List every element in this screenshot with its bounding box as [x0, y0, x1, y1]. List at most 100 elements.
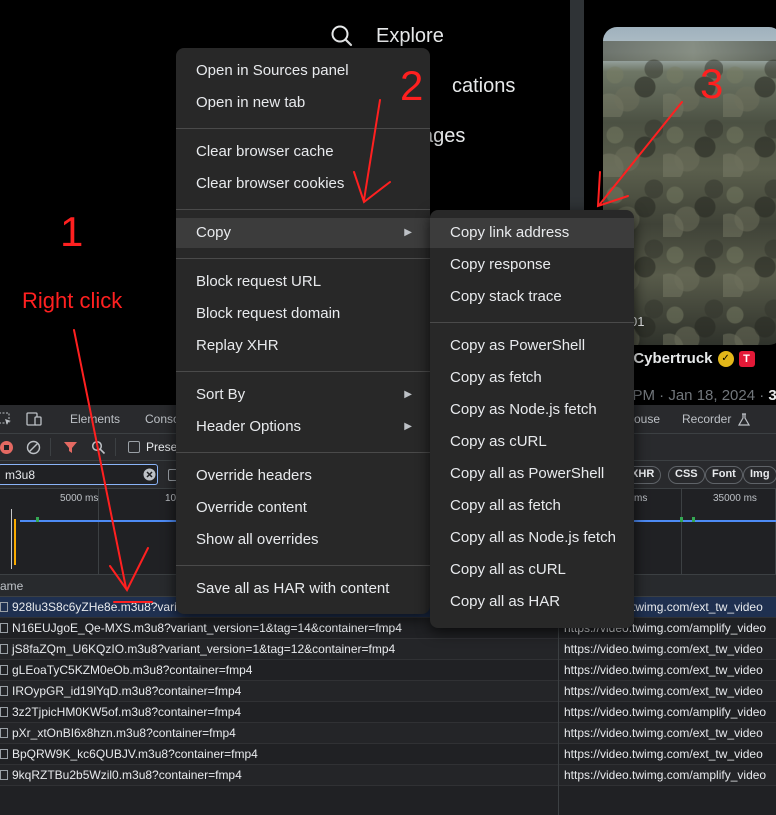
file-icon: [0, 749, 8, 759]
file-icon: [0, 623, 8, 633]
request-url: https://video.twimg.com/amplify_video: [564, 705, 767, 719]
table-row[interactable]: jS8faZQm_U6KQzIO.m3u8?variant_version=1&…: [0, 639, 776, 660]
menu-copy-all-as-fetch[interactable]: Copy all as fetch: [430, 491, 634, 521]
table-row[interactable]: IROypGR_id19lYqD.m3u8?container=fmp4 htt…: [0, 681, 776, 702]
menu-copy-as-powershell[interactable]: Copy as PowerShell: [430, 331, 634, 361]
nav-notifications-label: cations: [452, 75, 516, 97]
menu-copy-response[interactable]: Copy response: [430, 250, 634, 280]
menu-save-all-as-har[interactable]: Save all as HAR with content: [176, 574, 430, 604]
menu-replay-xhr[interactable]: Replay XHR: [176, 331, 430, 361]
menu-copy-link-address[interactable]: Copy link address: [430, 218, 634, 248]
menu-separator: [176, 565, 430, 566]
menu-separator: [176, 209, 430, 210]
table-row[interactable]: gLEoaTyC5KZM0eOb.m3u8?container=fmp4 htt…: [0, 660, 776, 681]
request-url: https://video.twimg.com/ext_tw_video: [564, 642, 763, 656]
menu-clear-browser-cookies[interactable]: Clear browser cookies: [176, 169, 430, 199]
menu-separator: [430, 322, 634, 323]
table-row[interactable]: 9kqRZTBu2b5Wzil0.m3u8?container=fmp4 htt…: [0, 765, 776, 786]
menu-header-options[interactable]: Header Options ▶: [176, 412, 430, 442]
menu-copy-as-curl[interactable]: Copy as cURL: [430, 427, 634, 457]
file-icon: [0, 728, 8, 738]
tweet-time-text: 5 PM · Jan 18, 2024 ·: [620, 387, 769, 404]
annotation-right-click: Right click: [22, 288, 123, 313]
request-name: gLEoaTyC5KZM0eOb.m3u8?container=fmp4: [12, 663, 253, 677]
tab-lighthouse[interactable]: ouse: [634, 412, 660, 426]
menu-open-in-sources[interactable]: Open in Sources panel: [176, 56, 430, 86]
table-row[interactable]: 3z2TjpicHM0KW5of.m3u8?container=fmp4 htt…: [0, 702, 776, 723]
timeline-label-10000: 10: [165, 493, 177, 504]
menu-copy-label: Copy: [196, 224, 232, 241]
context-menu: Open in Sources panel Open in new tab Cl…: [176, 48, 430, 614]
file-icon: [0, 665, 8, 675]
request-url: https://video.twimg.com/ext_tw_video: [564, 726, 763, 740]
request-name: 3z2TjpicHM0KW5of.m3u8?container=fmp4: [12, 705, 242, 719]
tweet-timestamp: 5 PM · Jan 18, 2024 · 3: [620, 387, 776, 404]
record-stop-icon[interactable]: [0, 440, 14, 455]
chip-css[interactable]: CSS: [668, 466, 705, 484]
search-icon[interactable]: [91, 440, 106, 455]
menu-copy-as-fetch[interactable]: Copy as fetch: [430, 363, 634, 393]
chip-img[interactable]: Img: [743, 466, 776, 484]
menu-copy-stack-trace[interactable]: Copy stack trace: [430, 282, 634, 312]
menu-copy-as-nodejs-fetch[interactable]: Copy as Node.js fetch: [430, 395, 634, 425]
menu-override-content[interactable]: Override content: [176, 493, 430, 523]
menu-block-request-domain[interactable]: Block request domain: [176, 299, 430, 329]
request-name: jS8faZQm_U6KQzIO.m3u8?variant_version=1&…: [12, 642, 396, 656]
recorder-flask-icon: [738, 413, 750, 426]
menu-show-all-overrides[interactable]: Show all overrides: [176, 525, 430, 555]
request-name: BpQRW9K_kc6QUBJV.m3u8?container=fmp4: [12, 747, 258, 761]
file-icon: [0, 602, 8, 612]
preserve-log-checkbox[interactable]: [128, 441, 140, 453]
menu-header-options-label: Header Options: [196, 418, 302, 435]
verified-badge-icon: ✓: [717, 350, 734, 367]
tab-recorder[interactable]: Recorder: [682, 412, 731, 426]
request-url: https://video.twimg.com/amplify_video: [564, 768, 767, 782]
menu-open-in-new-tab[interactable]: Open in new tab: [176, 88, 430, 118]
submenu-arrow-icon: ▶: [404, 421, 412, 432]
table-row[interactable]: pXr_xtOnBI6x8hzn.m3u8?container=fmp4 htt…: [0, 723, 776, 744]
file-icon: [0, 686, 8, 696]
menu-separator: [176, 128, 430, 129]
menu-copy-all-as-har[interactable]: Copy all as HAR: [430, 587, 634, 617]
nav-explore-label: Explore: [376, 24, 444, 47]
copy-submenu: Copy link address Copy response Copy sta…: [430, 210, 634, 628]
menu-override-headers[interactable]: Override headers: [176, 461, 430, 491]
annotation-step-2: 2: [400, 62, 424, 109]
menu-separator: [176, 452, 430, 453]
timeline-label-ms: ms: [634, 493, 648, 504]
request-url: https://video.twimg.com/ext_tw_video: [564, 747, 763, 761]
filter-input[interactable]: [0, 464, 158, 485]
filter-funnel-icon[interactable]: [63, 440, 78, 455]
request-name: pXr_xtOnBI6x8hzn.m3u8?container=fmp4: [12, 726, 236, 740]
annotation-step-1: 1: [60, 208, 84, 255]
request-name: N16EUJgoE_Qe-MXS.m3u8?variant_version=1&…: [12, 621, 402, 635]
clear-log-icon[interactable]: [26, 440, 41, 455]
annotation-step-3: 3: [700, 60, 724, 107]
request-url: https://video.twimg.com/ext_tw_video: [564, 663, 763, 677]
menu-sort-by[interactable]: Sort By ▶: [176, 380, 430, 410]
submenu-arrow-icon: ▶: [404, 227, 412, 238]
file-icon: [0, 770, 8, 780]
inspect-element-icon[interactable]: [0, 412, 12, 426]
menu-copy[interactable]: Copy ▶: [176, 218, 430, 248]
menu-clear-browser-cache[interactable]: Clear browser cache: [176, 137, 430, 167]
menu-copy-all-as-nodejs-fetch[interactable]: Copy all as Node.js fetch: [430, 523, 634, 553]
menu-sort-by-label: Sort By: [196, 386, 246, 403]
file-icon: [0, 644, 8, 654]
nav-notifications[interactable]: cations: [452, 75, 515, 98]
menu-copy-all-as-curl[interactable]: Copy all as cURL: [430, 555, 634, 585]
tweet-author[interactable]: n Cybertruck ✓ T: [620, 350, 755, 367]
menu-block-request-url[interactable]: Block request URL: [176, 267, 430, 297]
tab-console[interactable]: Conso: [145, 412, 180, 426]
table-row[interactable]: N16EUJgoE_Qe-MXS.m3u8?variant_version=1&…: [0, 618, 776, 639]
device-toolbar-icon[interactable]: [26, 412, 42, 426]
tab-elements[interactable]: Elements: [70, 412, 120, 426]
chip-font[interactable]: Font: [705, 466, 743, 484]
menu-copy-all-as-powershell[interactable]: Copy all as PowerShell: [430, 459, 634, 489]
column-name[interactable]: ame: [0, 579, 23, 593]
nav-explore[interactable]: Explore: [330, 24, 444, 48]
submenu-arrow-icon: ▶: [404, 389, 412, 400]
table-row[interactable]: BpQRW9K_kc6QUBJV.m3u8?container=fmp4 htt…: [0, 744, 776, 765]
clear-filter-icon[interactable]: [143, 468, 156, 481]
timeline-label-35000: 35000 ms: [713, 493, 757, 504]
